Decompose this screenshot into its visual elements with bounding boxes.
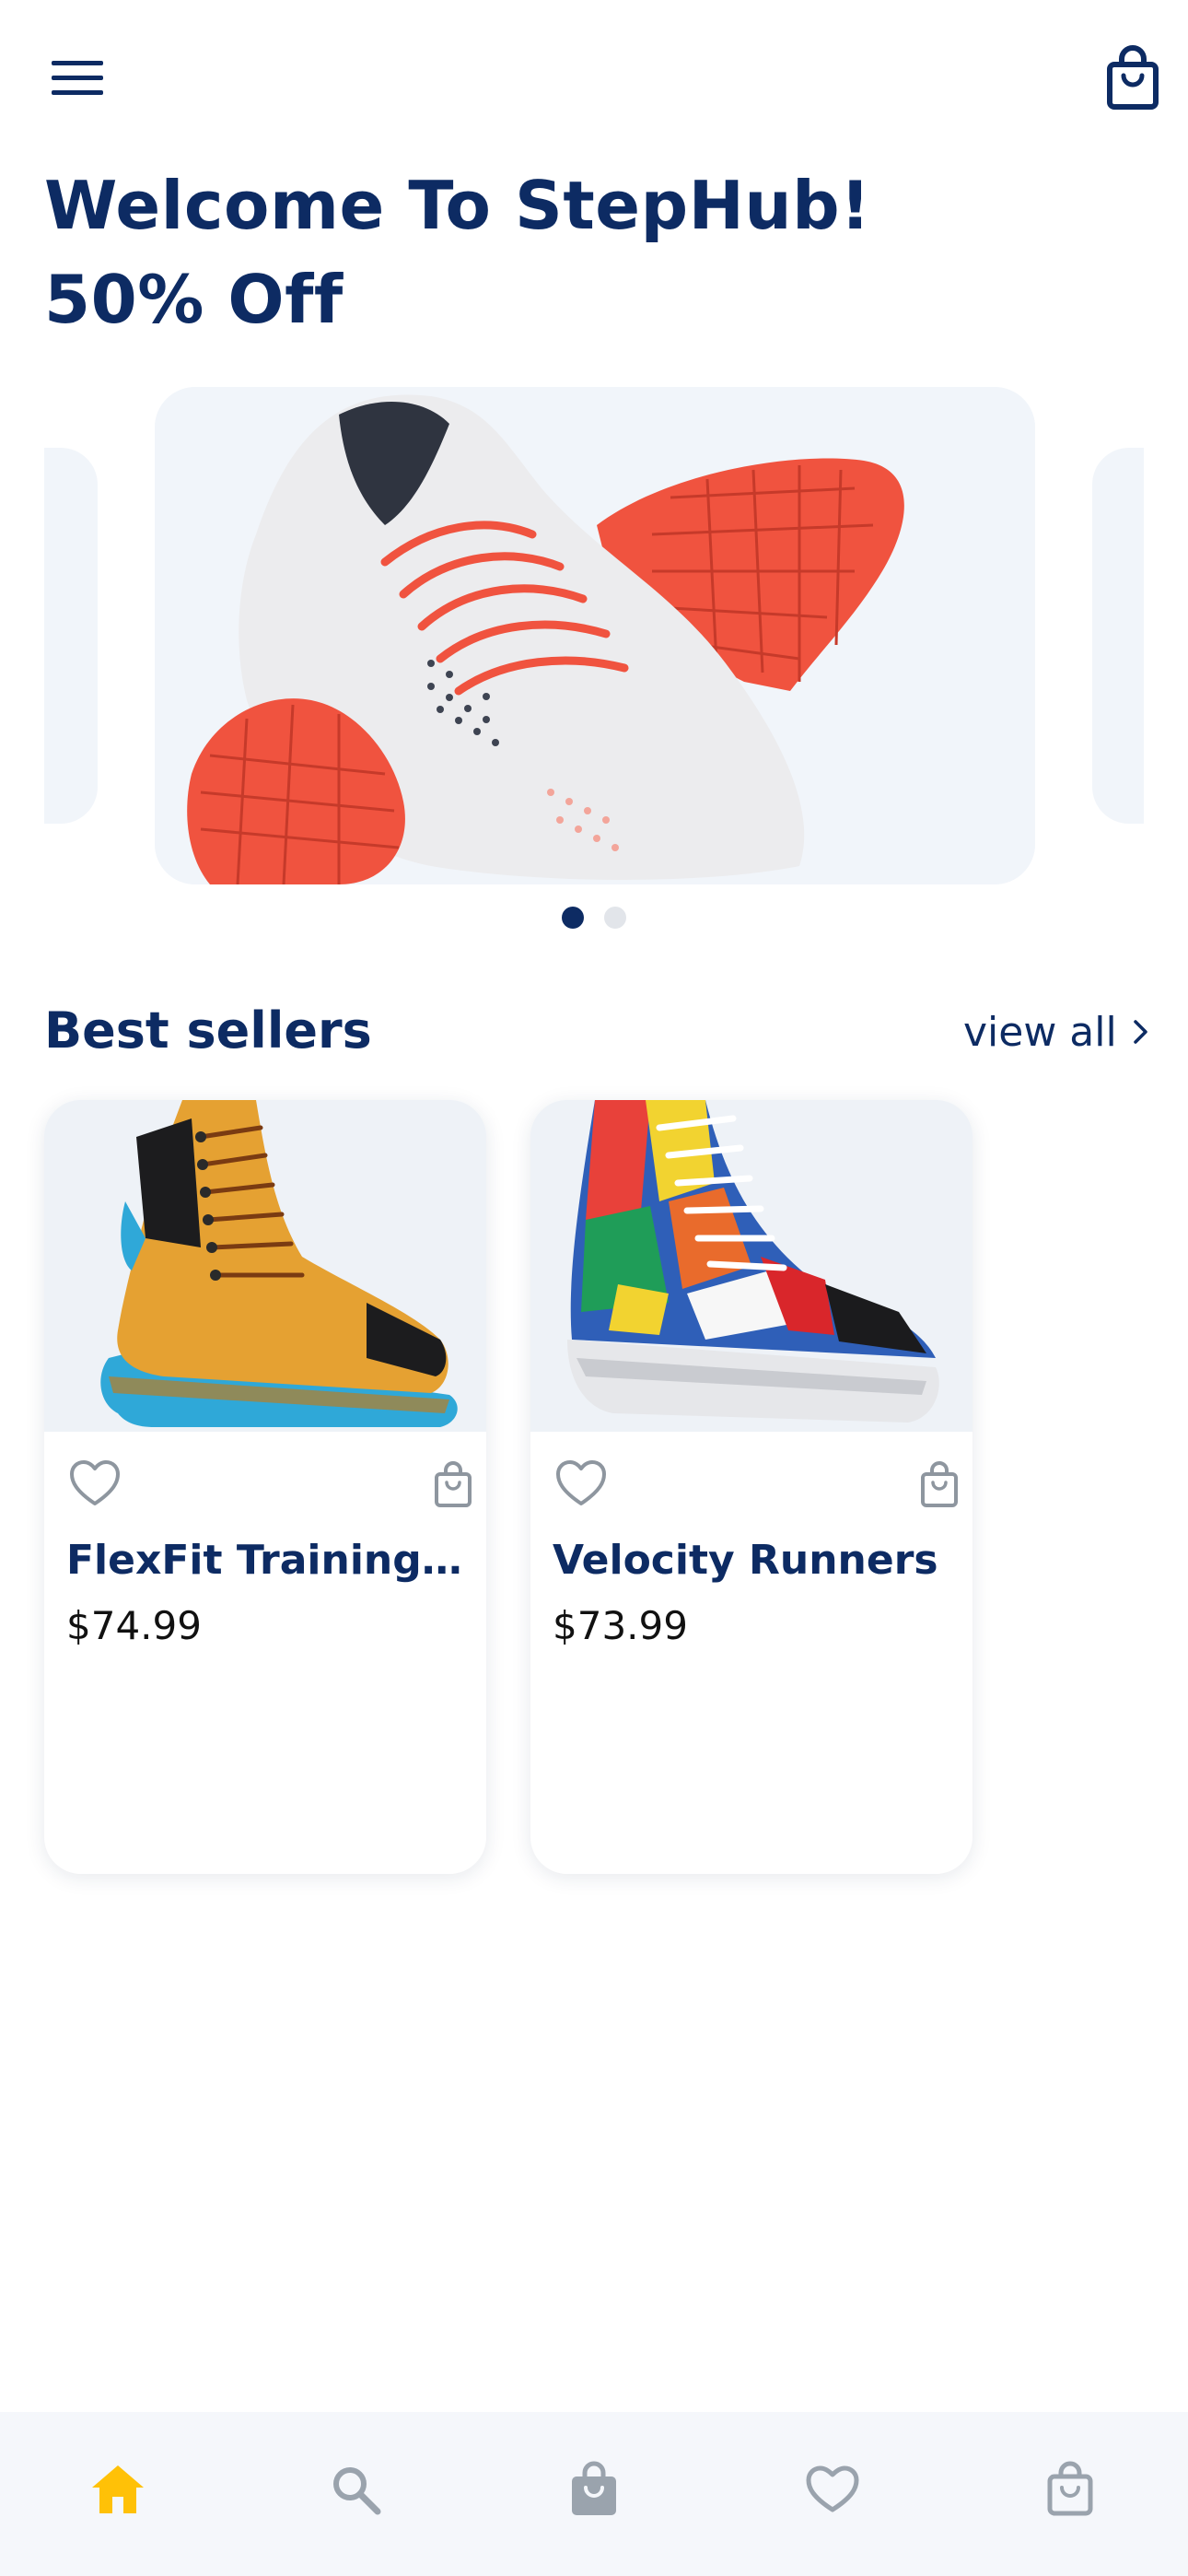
add-to-cart-button[interactable] [431, 1459, 475, 1511]
carousel-previous-slide-peek[interactable] [44, 448, 98, 824]
carousel-slide[interactable] [155, 387, 1035, 884]
product-name[interactable]: Velocity Runners [553, 1533, 949, 1588]
nav-shop[interactable] [557, 2453, 631, 2526]
home-icon [92, 2465, 144, 2513]
heart-icon [806, 2465, 859, 2512]
product-card[interactable]: Velocity Runners $73.99 [530, 1100, 973, 1874]
shopping-bag-icon [1107, 45, 1159, 110]
nav-favorites[interactable] [796, 2453, 869, 2526]
view-all-label: view all [963, 1008, 1117, 1056]
headline-line-welcome: Welcome To StepHub! [44, 167, 871, 244]
nav-search[interactable] [319, 2453, 392, 2526]
menu-button[interactable] [44, 50, 111, 105]
search-icon [333, 2467, 381, 2515]
top-bar [0, 0, 1188, 157]
shopping-bag-outline-icon [921, 1461, 958, 1507]
favorite-button[interactable] [553, 1456, 610, 1513]
carousel-pagination [0, 907, 1188, 929]
cart-bag-outline-icon [1047, 2461, 1093, 2516]
hamburger-menu-icon [52, 61, 103, 95]
add-to-cart-button[interactable] [917, 1459, 961, 1511]
promo-carousel[interactable] [0, 387, 1188, 884]
product-price: $74.99 [66, 1603, 202, 1648]
cart-button[interactable] [1101, 44, 1164, 112]
product-card[interactable]: FlexFit Training Sh… $74.99 [44, 1100, 486, 1874]
heart-outline-icon [70, 1460, 120, 1505]
yellow-boot-image [44, 1100, 486, 1432]
favorite-button[interactable] [66, 1456, 123, 1513]
carousel-dot-2[interactable] [604, 907, 626, 929]
heart-outline-icon [556, 1460, 606, 1505]
product-name[interactable]: FlexFit Training Sh… [66, 1533, 462, 1588]
nav-cart[interactable] [1033, 2453, 1107, 2526]
view-all-link[interactable]: view all [963, 1002, 1150, 1061]
welcome-headline: Welcome To StepHub! 50% Off [44, 158, 871, 346]
product-image[interactable] [530, 1100, 973, 1432]
multicolor-sneaker-image [530, 1100, 973, 1432]
carousel-dot-1[interactable] [562, 907, 584, 929]
running-shoes-image [155, 387, 1035, 884]
product-image[interactable] [44, 1100, 486, 1432]
best-sellers-title: Best sellers [44, 1001, 372, 1060]
headline-line-discount: 50% Off [44, 261, 344, 338]
shopping-bag-icon [572, 2461, 616, 2515]
shopping-bag-outline-icon [435, 1461, 472, 1507]
carousel-next-slide-peek[interactable] [1092, 448, 1144, 824]
chevron-right-icon [1133, 1020, 1147, 1044]
bottom-navigation [0, 2412, 1188, 2576]
product-price: $73.99 [553, 1603, 688, 1648]
nav-home[interactable] [81, 2453, 155, 2526]
